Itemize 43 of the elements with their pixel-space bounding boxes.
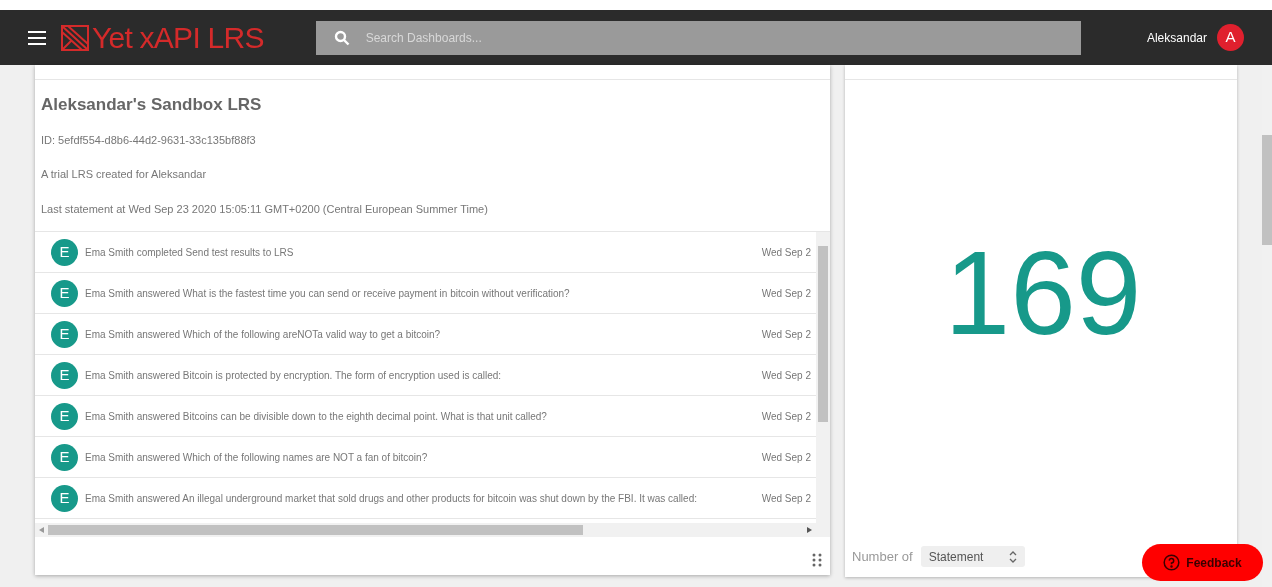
menu-icon[interactable] [28, 30, 46, 45]
statement-select[interactable]: Statement [920, 546, 1025, 567]
logo-icon [60, 22, 90, 53]
feedback-button[interactable]: Feedback [1142, 544, 1263, 581]
statement-date: Wed Sep 2 [761, 368, 811, 383]
number-of-label: Number of [852, 547, 913, 566]
statement-text[interactable]: Ema Smith completed Send test results to LRS [85, 244, 756, 260]
vertical-scrollbar[interactable] [816, 232, 830, 537]
drag-handle-icon[interactable] [812, 553, 822, 567]
lrs-description: A trial LRS created for Aleksandar [41, 167, 208, 182]
search-icon [333, 29, 350, 46]
statement-date: Wed Sep 2 [761, 409, 811, 424]
last-statement-text: Last statement at Wed Sep 23 2020 15:05:11 GMT+0200 (Central European Summer Time) [41, 201, 489, 217]
statement-date: Wed Sep 2 [761, 327, 811, 342]
user-avatar[interactable]: A [1217, 24, 1244, 51]
actor-avatar: E [51, 279, 78, 307]
statement-count: 169 [944, 234, 1142, 352]
statement-text[interactable]: Ema Smith answered What is the fastest time you can send or receive payment in bitcoin without verification? [85, 285, 756, 301]
chevron-icon [1008, 549, 1017, 564]
scroll-left-icon[interactable] [39, 527, 44, 533]
statement-text[interactable]: Ema Smith answered Which of the following areNOTa valid way to get a bitcoin? [85, 326, 756, 342]
statement-date: Wed Sep 2 [761, 450, 811, 465]
lrs-id: ID: 5efdf554-d8b6-44d2-9631-33c135bf88f3 [41, 132, 257, 148]
statement-text[interactable]: Ema Smith answered Bitcoin is protected by encryption. The form of encryption used is called: [85, 367, 756, 383]
scroll-right-icon[interactable] [807, 527, 812, 533]
actor-avatar: E [51, 443, 78, 471]
lrs-title: Aleksandar's Sandbox LRS [41, 94, 263, 116]
logo-text: Yet xAPI LRS [92, 22, 264, 53]
actor-avatar: E [51, 320, 78, 348]
search-field[interactable]: Search Dashboards... [315, 20, 1081, 55]
statement-text[interactable]: Ema Smith answered Bitcoins can be divisible down to the eighth decimal point. What is that unit called? [85, 408, 756, 424]
statement-date: Wed Sep 2 [761, 491, 811, 506]
help-icon [1163, 554, 1181, 571]
statement-date: Wed Sep 2 [761, 245, 811, 260]
statement-text[interactable]: Ema Smith answered Which of the following names are NOT a fan of bitcoin? [85, 449, 756, 465]
actor-avatar: E [51, 402, 78, 430]
actor-avatar: E [51, 484, 78, 512]
actor-avatar: E [51, 238, 78, 266]
actor-avatar: E [51, 361, 78, 389]
statement-date: Wed Sep 2 [761, 286, 811, 301]
statement-text[interactable]: Ema Smith answered An illegal underground market that sold drugs and other products for bitcoin was shut down by the FBI. It was called: [85, 490, 756, 506]
horizontal-scrollbar[interactable] [35, 523, 816, 537]
user-name[interactable]: Aleksandar [1146, 28, 1207, 47]
